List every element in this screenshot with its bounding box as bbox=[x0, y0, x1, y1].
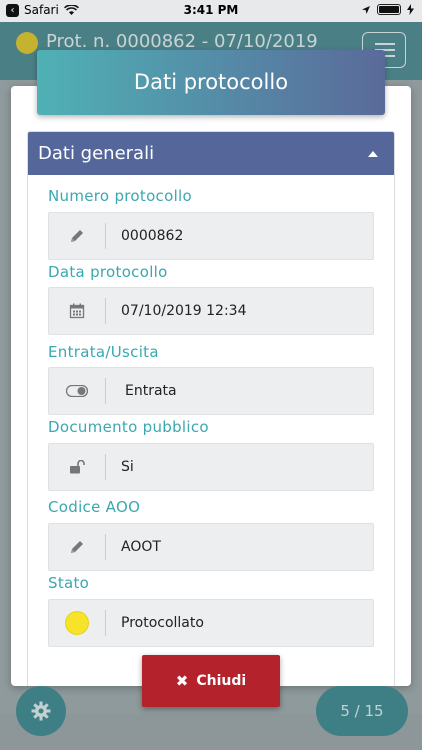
field-label-stato: Stato bbox=[48, 574, 90, 592]
clock: 3:41 PM bbox=[183, 3, 239, 17]
gear-icon bbox=[31, 701, 51, 721]
general-data-header[interactable]: Dati generali bbox=[28, 132, 394, 175]
field-stato[interactable]: Protocollato bbox=[48, 599, 374, 647]
unlock-icon bbox=[49, 444, 105, 490]
field-label-entrata-uscita: Entrata/Uscita bbox=[48, 343, 159, 361]
close-button[interactable]: ✖ Chiudi bbox=[142, 655, 280, 707]
field-separator bbox=[105, 223, 106, 249]
field-separator bbox=[105, 378, 106, 404]
field-value: AOOT bbox=[121, 539, 161, 555]
caret-up-icon bbox=[368, 151, 378, 157]
page-indicator: 5 / 15 bbox=[316, 686, 408, 736]
ios-status-bar: ‹ Safari 3:41 PM bbox=[0, 0, 422, 22]
field-value: Protocollato bbox=[121, 615, 204, 631]
field-separator bbox=[105, 298, 106, 324]
field-label-data: Data protocollo bbox=[48, 263, 168, 281]
toggle-icon bbox=[49, 368, 105, 414]
yellow-dot-icon bbox=[66, 612, 88, 634]
field-separator bbox=[105, 454, 106, 480]
close-icon: ✖ bbox=[175, 672, 189, 690]
field-value: 07/10/2019 12:34 bbox=[121, 303, 247, 319]
location-icon bbox=[362, 5, 370, 14]
field-label-codice-aoo: Codice AOO bbox=[48, 498, 141, 516]
protocol-modal: Dati generali Numero protocollo 0000862 … bbox=[11, 86, 411, 686]
field-numero-protocollo[interactable]: 0000862 bbox=[48, 212, 374, 260]
field-data-protocollo[interactable]: 07/10/2019 12:34 bbox=[48, 287, 374, 335]
field-value: Si bbox=[121, 459, 134, 475]
charging-icon bbox=[407, 4, 414, 15]
field-documento-pubblico[interactable]: Si bbox=[48, 443, 374, 491]
settings-button[interactable] bbox=[16, 686, 66, 736]
battery-icon bbox=[377, 4, 401, 15]
state-dot-icon bbox=[49, 600, 105, 646]
general-data-panel: Dati generali Numero protocollo 0000862 … bbox=[27, 131, 395, 686]
field-label-numero: Numero protocollo bbox=[48, 187, 192, 205]
field-value: 0000862 bbox=[121, 228, 184, 244]
modal-header: Dati protocollo bbox=[37, 50, 385, 115]
field-separator bbox=[105, 610, 106, 636]
field-entrata-uscita[interactable]: Entrata bbox=[48, 367, 374, 415]
field-codice-aoo[interactable]: AOOT bbox=[48, 523, 374, 571]
field-label-documento-pubblico: Documento pubblico bbox=[48, 418, 209, 436]
field-separator bbox=[105, 534, 106, 560]
modal-title: Dati protocollo bbox=[133, 70, 289, 94]
close-button-label: Chiudi bbox=[196, 673, 247, 689]
pencil-icon bbox=[49, 213, 105, 259]
app-title: Prot. n. 0000862 - 07/10/2019 bbox=[46, 31, 318, 52]
section-title: Dati generali bbox=[38, 143, 155, 164]
status-dot-icon bbox=[16, 32, 38, 54]
field-value: Entrata bbox=[125, 383, 177, 399]
pencil-icon bbox=[49, 524, 105, 570]
calendar-icon bbox=[49, 288, 105, 334]
hamburger-icon bbox=[375, 43, 395, 45]
